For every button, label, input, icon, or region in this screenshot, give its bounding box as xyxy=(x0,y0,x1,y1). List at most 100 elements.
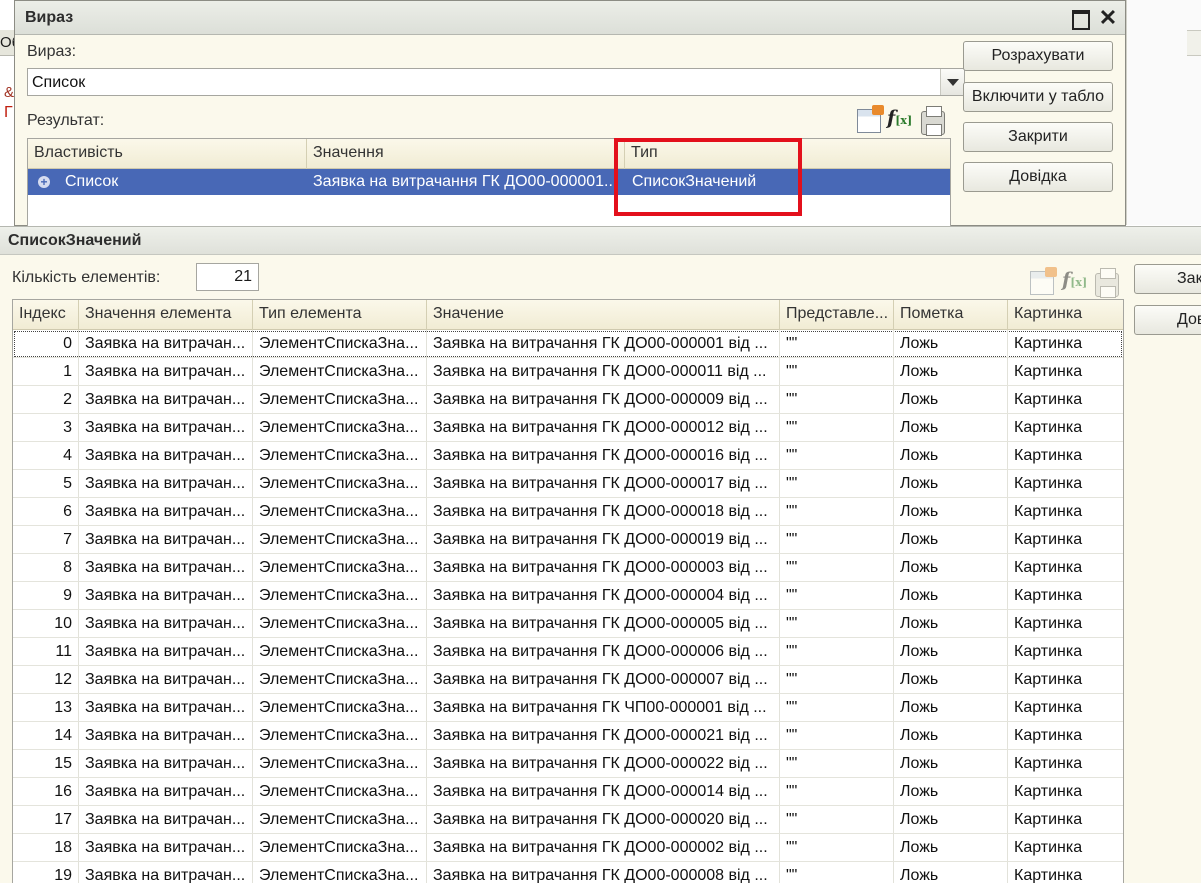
table-row[interactable]: 8 Заявка на витрачан... ЭлементСпискаЗна..… xyxy=(13,554,1123,582)
cell-element-value: Заявка на витрачан... xyxy=(79,330,253,357)
column-header-index[interactable]: Індекс xyxy=(13,300,79,330)
include-table-button[interactable]: Включити у табло xyxy=(963,82,1113,112)
expression-input[interactable]: Список xyxy=(27,68,965,96)
cell-value: Заявка на витрачання ГК ДО00-000001 від … xyxy=(427,330,780,357)
close-button[interactable]: Закрити xyxy=(963,122,1113,152)
count-field[interactable]: 21 xyxy=(196,263,259,291)
cell-index: 1 xyxy=(13,358,79,385)
cell-presentation: "" xyxy=(780,386,894,413)
cell-element-value: Заявка на витрачан... xyxy=(79,862,253,883)
table-row[interactable]: 1 Заявка на витрачан... ЭлементСпискаЗна..… xyxy=(13,358,1123,386)
cell-presentation: "" xyxy=(780,862,894,883)
cell-value: Заявка на витрачання ГК ЧП00-000001 від … xyxy=(427,694,780,721)
column-header-element-value[interactable]: Значення елемента xyxy=(79,300,253,330)
help-button[interactable]: Довідка xyxy=(1134,305,1201,335)
calculate-button[interactable]: Розрахувати xyxy=(963,41,1113,71)
cell-element-value: Заявка на витрачан... xyxy=(79,582,253,609)
result-row-selected[interactable]: + Список Заявка на витрачання ГК ДО00-00… xyxy=(28,169,950,195)
cell-presentation: "" xyxy=(780,414,894,441)
table-row[interactable]: 3 Заявка на витрачан... ЭлементСпискаЗна..… xyxy=(13,414,1123,442)
cell-picture: Картинка xyxy=(1008,638,1123,665)
table-row[interactable]: 9 Заявка на витрачан... ЭлементСпискаЗна..… xyxy=(13,582,1123,610)
cell-presentation: "" xyxy=(780,526,894,553)
cell-element-value: Заявка на витрачан... xyxy=(79,750,253,777)
table-row[interactable]: 17 Заявка на витрачан... ЭлементСпискаЗна.… xyxy=(13,806,1123,834)
cell-element-value: Заявка на витрачан... xyxy=(79,414,253,441)
cell-element-type: ЭлементСпискаЗна... xyxy=(253,638,427,665)
cell-element-value: Заявка на витрачан... xyxy=(79,806,253,833)
cell-value: Заявка на витрачання ГК ДО00-000018 від … xyxy=(427,498,780,525)
cell-value: Заявка на витрачання ГК ДО00-000005 від … xyxy=(427,610,780,637)
expand-icon[interactable]: + xyxy=(38,176,50,188)
cell-mark: Ложь xyxy=(894,330,1008,357)
cell-presentation: "" xyxy=(780,442,894,469)
cell-element-type: ЭлементСпискаЗна... xyxy=(253,834,427,861)
cell-index: 9 xyxy=(13,582,79,609)
table-row[interactable]: 6 Заявка на витрачан... ЭлементСпискаЗна..… xyxy=(13,498,1123,526)
close-button[interactable]: Закрити xyxy=(1134,264,1201,294)
table-row[interactable]: 4 Заявка на витрачан... ЭлементСпискаЗна..… xyxy=(13,442,1123,470)
table-row[interactable]: 19 Заявка на витрачан... ЭлементСпискаЗна.… xyxy=(13,862,1123,883)
cell-picture: Картинка xyxy=(1008,582,1123,609)
cell-value: Заявка на витрачання ГК ДО00-000020 від … xyxy=(427,806,780,833)
cell-value: Заявка на витрачання ГК ДО00-000009 від … xyxy=(427,386,780,413)
cell-index: 17 xyxy=(13,806,79,833)
cell-element-value: Заявка на витрачан... xyxy=(79,470,253,497)
fx-icon[interactable]: f[x] xyxy=(887,106,912,130)
cell-element-value: Заявка на витрачан... xyxy=(79,526,253,553)
cell-element-type: ЭлементСпискаЗна... xyxy=(253,330,427,357)
cell-element-type: ЭлементСпискаЗна... xyxy=(253,414,427,441)
cell-mark: Ложь xyxy=(894,862,1008,883)
column-header-property[interactable]: Властивість xyxy=(28,139,307,169)
table-row[interactable]: 12 Заявка на витрачан... ЭлементСпискаЗна.… xyxy=(13,666,1123,694)
list-window-titlebar[interactable]: СписокЗначений xyxy=(0,227,1201,255)
cell-value: Заявка на витрачання ГК ДО00-000006 від … xyxy=(427,638,780,665)
table-row[interactable]: 11 Заявка на витрачан... ЭлементСпискаЗна.… xyxy=(13,638,1123,666)
cell-element-value: Заявка на витрачан... xyxy=(79,834,253,861)
cell-mark: Ложь xyxy=(894,694,1008,721)
column-header-value[interactable]: Значення xyxy=(307,139,625,169)
table-row[interactable]: 13 Заявка на витрачан... ЭлементСпискаЗна.… xyxy=(13,694,1123,722)
close-icon[interactable]: ✕ xyxy=(1098,7,1118,29)
cell-presentation: "" xyxy=(780,722,894,749)
cell-index: 3 xyxy=(13,414,79,441)
cell-element-type: ЭлементСпискаЗна... xyxy=(253,358,427,385)
help-button[interactable]: Довідка xyxy=(963,162,1113,192)
cell-mark: Ложь xyxy=(894,750,1008,777)
column-header-value[interactable]: Значение xyxy=(427,300,780,330)
expression-value[interactable]: Список xyxy=(32,74,85,92)
table-row[interactable]: 15 Заявка на витрачан... ЭлементСпискаЗна.… xyxy=(13,750,1123,778)
column-header-mark[interactable]: Пометка xyxy=(894,300,1008,330)
table-row[interactable]: 7 Заявка на витрачан... ЭлементСпискаЗна..… xyxy=(13,526,1123,554)
cell-index: 13 xyxy=(13,694,79,721)
cell-element-type: ЭлементСпискаЗна... xyxy=(253,750,427,777)
column-header-element-type[interactable]: Тип елемента xyxy=(253,300,427,330)
chevron-down-icon[interactable] xyxy=(940,69,964,95)
table-icon[interactable] xyxy=(1030,267,1057,295)
cell-picture: Картинка xyxy=(1008,442,1123,469)
cell-element-type: ЭлементСпискаЗна... xyxy=(253,554,427,581)
table-row[interactable]: 5 Заявка на витрачан... ЭлементСпискаЗна..… xyxy=(13,470,1123,498)
cell-mark: Ложь xyxy=(894,610,1008,637)
table-row[interactable]: 18 Заявка на витрачан... ЭлементСпискаЗна.… xyxy=(13,834,1123,862)
printer-icon[interactable] xyxy=(921,106,945,136)
column-header-picture[interactable]: Картинка xyxy=(1008,300,1123,330)
dialog-titlebar[interactable]: Вираз ✕ xyxy=(15,1,1125,35)
maximize-icon[interactable] xyxy=(1070,8,1090,30)
cell-presentation: "" xyxy=(780,806,894,833)
cell-index: 19 xyxy=(13,862,79,883)
table-row[interactable]: 16 Заявка на витрачан... ЭлементСпискаЗна.… xyxy=(13,778,1123,806)
fx-icon[interactable]: f[x] xyxy=(1062,268,1087,292)
table-row[interactable]: 0 Заявка на витрачан... ЭлементСпискаЗна..… xyxy=(13,330,1123,358)
cell-picture: Картинка xyxy=(1008,330,1123,357)
cell-index: 14 xyxy=(13,722,79,749)
table-row[interactable]: 14 Заявка на витрачан... ЭлементСпискаЗна.… xyxy=(13,722,1123,750)
printer-icon[interactable] xyxy=(1095,268,1119,298)
cell-picture: Картинка xyxy=(1008,414,1123,441)
cell-value: Заявка на витрачання ГК ДО00-000014 від … xyxy=(427,778,780,805)
table-row[interactable]: 10 Заявка на витрачан... ЭлементСпискаЗна.… xyxy=(13,610,1123,638)
cell-element-type: ЭлементСпискаЗна... xyxy=(253,610,427,637)
table-row[interactable]: 2 Заявка на витрачан... ЭлементСпискаЗна..… xyxy=(13,386,1123,414)
table-icon[interactable] xyxy=(857,105,884,133)
column-header-presentation[interactable]: Представле... xyxy=(780,300,894,330)
